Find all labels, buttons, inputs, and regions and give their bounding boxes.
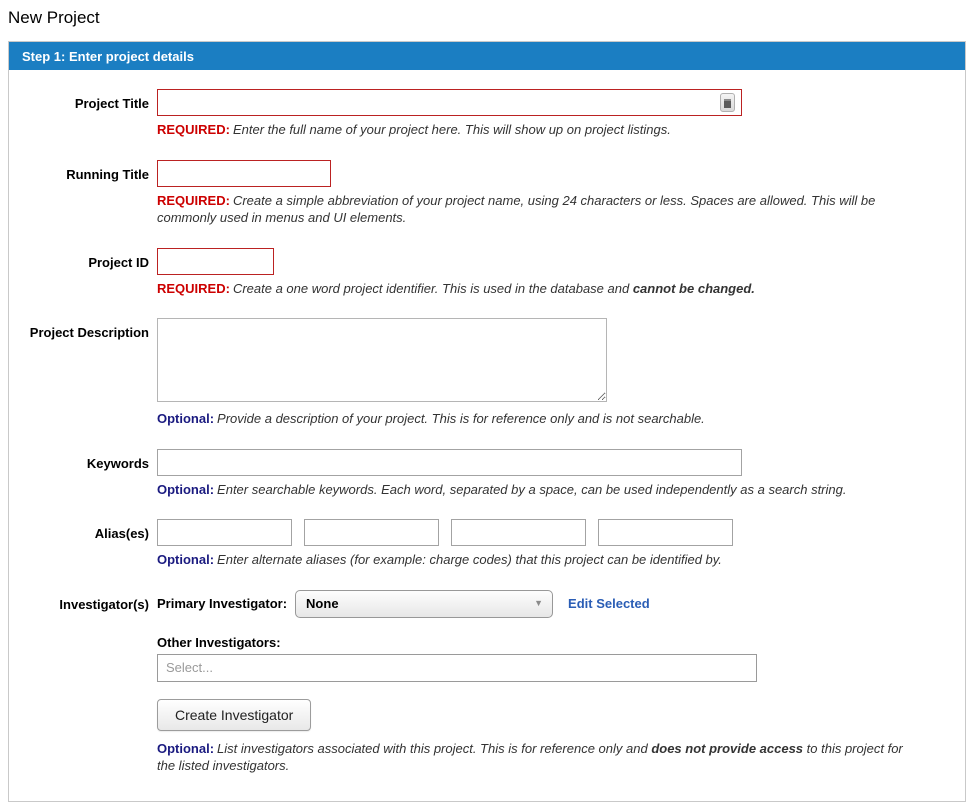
keywords-label: Keywords (9, 449, 149, 499)
required-tag: REQUIRED: (157, 193, 230, 208)
aliases-label: Alias(es) (9, 519, 149, 569)
project-id-label: Project ID (9, 248, 149, 298)
project-title-input[interactable] (157, 89, 742, 116)
chevron-down-icon: ▼ (534, 599, 543, 608)
investigators-row: Investigator(s) Primary Investigator: No… (9, 590, 965, 775)
form-body: Project Title REQUIRED:Enter the full na… (9, 70, 965, 801)
alias-input-1[interactable] (157, 519, 292, 546)
step-header: Step 1: Enter project details (9, 42, 965, 70)
help-text: Enter the full name of your project here… (233, 122, 671, 137)
project-id-row: Project ID REQUIRED:Create a one word pr… (9, 248, 965, 298)
other-investigators-input[interactable] (157, 654, 757, 682)
aliases-help: Optional:Enter alternate aliases (for ex… (157, 551, 912, 569)
optional-tag: Optional: (157, 741, 214, 756)
project-id-help: REQUIRED:Create a one word project ident… (157, 280, 912, 298)
project-id-input[interactable] (157, 248, 274, 275)
alias-input-2[interactable] (304, 519, 439, 546)
running-title-label: Running Title (9, 160, 149, 227)
other-investigators-label: Other Investigators: (157, 635, 965, 650)
project-description-help: Optional:Provide a description of your p… (157, 410, 912, 428)
create-investigator-button[interactable]: Create Investigator (157, 699, 311, 731)
primary-investigator-select[interactable]: None ▼ (295, 590, 553, 618)
help-text: Enter searchable keywords. Each word, se… (217, 482, 846, 497)
alias-input-3[interactable] (451, 519, 586, 546)
alias-inputs (157, 519, 965, 546)
autofill-icon[interactable] (720, 93, 735, 112)
project-title-help: REQUIRED:Enter the full name of your pro… (157, 121, 912, 139)
running-title-row: Running Title REQUIRED:Create a simple a… (9, 160, 965, 227)
primary-investigator-line: Primary Investigator: None ▼ Edit Select… (157, 590, 965, 618)
project-title-label: Project Title (9, 89, 149, 139)
optional-tag: Optional: (157, 411, 214, 426)
project-description-textarea[interactable] (157, 318, 607, 402)
required-tag: REQUIRED: (157, 281, 230, 296)
autofill-glyph (724, 99, 731, 108)
running-title-help: REQUIRED:Create a simple abbreviation of… (157, 192, 912, 227)
project-description-row: Project Description Optional:Provide a d… (9, 318, 965, 428)
help-text: Provide a description of your project. T… (217, 411, 705, 426)
help-text: Create a simple abbreviation of your pro… (157, 193, 875, 226)
project-description-label: Project Description (9, 318, 149, 428)
help-text-bold: does not provide access (651, 741, 803, 756)
project-details-panel: Step 1: Enter project details Project Ti… (8, 41, 966, 802)
alias-input-4[interactable] (598, 519, 733, 546)
keywords-input[interactable] (157, 449, 742, 476)
investigators-label: Investigator(s) (9, 590, 149, 775)
running-title-input[interactable] (157, 160, 331, 187)
keywords-help: Optional:Enter searchable keywords. Each… (157, 481, 912, 499)
help-text-bold: cannot be changed. (633, 281, 755, 296)
investigators-help: Optional:List investigators associated w… (157, 740, 912, 775)
optional-tag: Optional: (157, 482, 214, 497)
project-title-row: Project Title REQUIRED:Enter the full na… (9, 89, 965, 139)
required-tag: REQUIRED: (157, 122, 230, 137)
edit-selected-link[interactable]: Edit Selected (568, 596, 650, 611)
optional-tag: Optional: (157, 552, 214, 567)
primary-investigator-label: Primary Investigator: (157, 596, 287, 611)
help-text: Create a one word project identifier. Th… (233, 281, 633, 296)
page-title: New Project (8, 8, 966, 28)
help-text: List investigators associated with this … (217, 741, 651, 756)
aliases-row: Alias(es) Optional:Enter alternate alias… (9, 519, 965, 569)
keywords-row: Keywords Optional:Enter searchable keywo… (9, 449, 965, 499)
primary-investigator-value: None (306, 596, 339, 611)
help-text: Enter alternate aliases (for example: ch… (217, 552, 722, 567)
